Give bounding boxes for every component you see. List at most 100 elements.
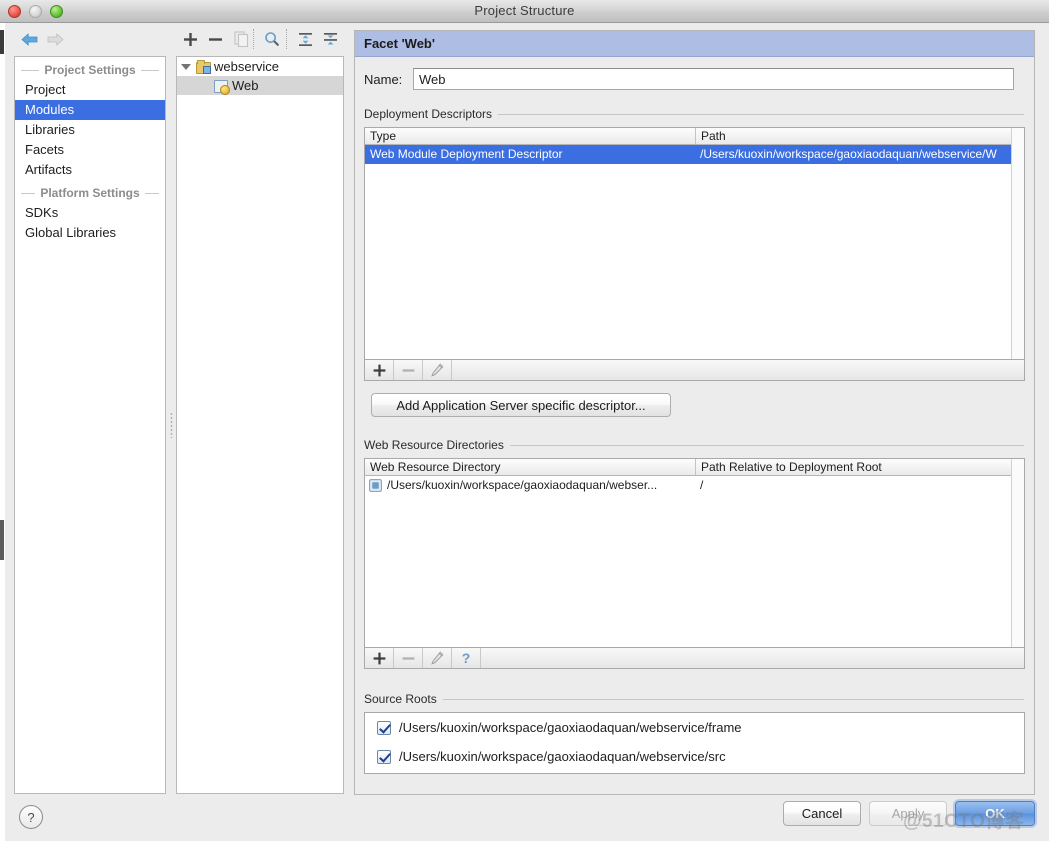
minus-icon xyxy=(402,368,414,372)
sidebar-item-modules[interactable]: Modules xyxy=(15,100,165,120)
group-header-platform-settings: Platform Settings xyxy=(15,183,165,203)
background-window-edge-top xyxy=(0,30,4,54)
cell-web-resource-directory: /Users/kuoxin/workspace/gaoxiaodaquan/we… xyxy=(365,476,695,495)
tree-item-webservice[interactable]: webservice xyxy=(177,57,343,76)
section-label: Deployment Descriptors xyxy=(364,107,493,121)
sidebar-item-project[interactable]: Project xyxy=(15,80,165,100)
add-application-server-descriptor-button[interactable]: Add Application Server specific descript… xyxy=(371,393,671,417)
facet-name-input[interactable] xyxy=(413,68,1014,90)
cell-type: Web Module Deployment Descriptor xyxy=(370,147,563,161)
plus-icon xyxy=(373,364,385,376)
sidebar-item-facets[interactable]: Facets xyxy=(15,140,165,160)
source-root-checkbox[interactable] xyxy=(377,720,391,735)
source-root-row[interactable]: /Users/kuoxin/workspace/gaoxiaodaquan/we… xyxy=(365,742,1024,771)
sidebar-item-libraries[interactable]: Libraries xyxy=(15,120,165,140)
edit-web-resource-button[interactable] xyxy=(423,648,452,668)
edit-icon xyxy=(431,363,444,377)
background-window-edge-bottom xyxy=(0,520,4,560)
source-root-label: /Users/kuoxin/workspace/gaoxiaodaquan/we… xyxy=(399,749,726,764)
section-rule xyxy=(509,444,1024,446)
ok-button[interactable]: OK xyxy=(955,801,1035,826)
source-root-checkbox[interactable] xyxy=(377,749,391,764)
plus-icon xyxy=(373,652,385,664)
toolbar-separator-2 xyxy=(286,29,287,49)
source-root-row[interactable]: /Users/kuoxin/workspace/gaoxiaodaquan/we… xyxy=(365,713,1024,742)
tree-item-label: Web xyxy=(232,78,259,93)
project-structure-window: Project Structure Project Settings Proje… xyxy=(0,0,1049,841)
web-resource-directories-toolbar: ? xyxy=(364,648,1025,669)
collapse-all-button[interactable] xyxy=(318,23,342,55)
section-label: Web Resource Directories xyxy=(364,438,504,452)
column-header-type[interactable]: Type xyxy=(365,128,695,144)
dialog-footer: ? Cancel Apply OK xyxy=(5,795,1049,841)
sidebar-item-global-libraries[interactable]: Global Libraries xyxy=(15,223,165,243)
cell-relative-path: / xyxy=(700,478,704,492)
forward-button[interactable] xyxy=(43,23,67,55)
window-title: Project Structure xyxy=(474,3,575,18)
deployment-descriptors-section-title: Deployment Descriptors xyxy=(364,106,1024,122)
facet-header: Facet 'Web' xyxy=(355,31,1034,57)
sidebar-item-sdks[interactable]: SDKs xyxy=(15,203,165,223)
remove-descriptor-button[interactable] xyxy=(394,360,423,380)
help-button[interactable]: ? xyxy=(19,805,43,829)
source-root-label: /Users/kuoxin/workspace/gaoxiaodaquan/we… xyxy=(399,720,742,735)
sidebar-item-artifacts[interactable]: Artifacts xyxy=(15,160,165,180)
copy-button[interactable] xyxy=(229,23,253,55)
add-descriptor-button[interactable] xyxy=(365,360,394,380)
minus-icon xyxy=(208,37,222,41)
web-resource-help-button[interactable]: ? xyxy=(452,648,481,668)
web-resource-directories-table[interactable]: Web Resource Directory Path Relative to … xyxy=(364,458,1025,648)
cell-text: /Users/kuoxin/workspace/gaoxiaodaquan/we… xyxy=(387,478,658,492)
sidebar-splitter[interactable] xyxy=(166,56,176,794)
group-header-project-settings: Project Settings xyxy=(15,60,165,80)
chevron-down-icon xyxy=(181,63,191,70)
table-header-row: Type Path xyxy=(365,128,1024,145)
edit-descriptor-button[interactable] xyxy=(423,360,452,380)
find-button[interactable] xyxy=(260,23,284,55)
deployment-table-vscrollbar[interactable] xyxy=(1011,128,1024,359)
section-label: Source Roots xyxy=(364,692,437,706)
expand-all-icon xyxy=(298,32,312,46)
minus-icon xyxy=(402,656,414,660)
arrow-right-icon xyxy=(47,32,64,46)
web-facet-icon xyxy=(213,79,230,95)
web-resource-table-vscrollbar[interactable] xyxy=(1011,459,1024,647)
table-row[interactable]: Web Module Deployment Descriptor /Users/… xyxy=(365,145,1024,164)
tree-expander[interactable] xyxy=(177,63,195,70)
search-icon xyxy=(265,32,280,47)
arrow-left-icon xyxy=(20,32,37,46)
add-web-resource-button[interactable] xyxy=(365,648,394,668)
toolbar-filler xyxy=(452,360,1024,380)
add-button[interactable] xyxy=(178,23,202,55)
column-header-path[interactable]: Path xyxy=(695,128,1013,144)
tree-splitter[interactable] xyxy=(344,56,354,794)
collapse-all-icon xyxy=(323,32,337,44)
expand-all-button[interactable] xyxy=(293,23,317,55)
back-button[interactable] xyxy=(17,23,41,55)
module-folder-icon xyxy=(195,59,211,74)
plus-icon xyxy=(183,32,197,46)
window-titlebar: Project Structure xyxy=(0,0,1049,23)
cancel-button[interactable]: Cancel xyxy=(783,801,861,826)
deployment-descriptors-toolbar xyxy=(364,360,1025,381)
group-header-label: Project Settings xyxy=(39,63,141,77)
module-tree-panel: webservice Web xyxy=(176,56,344,794)
column-header-web-resource-directory[interactable]: Web Resource Directory xyxy=(365,459,695,475)
remove-button[interactable] xyxy=(203,23,227,55)
group-header-label: Platform Settings xyxy=(35,186,145,200)
facet-name-row: Name: xyxy=(355,67,1034,91)
name-label: Name: xyxy=(364,71,403,87)
facet-detail-panel: Facet 'Web' Name: Deployment Descriptors… xyxy=(354,30,1035,795)
table-row[interactable]: /Users/kuoxin/workspace/gaoxiaodaquan/we… xyxy=(365,476,1024,495)
cell-path: /Users/kuoxin/workspace/gaoxiaodaquan/we… xyxy=(700,147,997,161)
toolbar-separator-1 xyxy=(253,29,254,49)
deployment-descriptors-table[interactable]: Type Path Web Module Deployment Descript… xyxy=(364,127,1025,360)
toolbar-filler xyxy=(481,648,1024,668)
column-header-relative-path[interactable]: Path Relative to Deployment Root xyxy=(695,459,1024,475)
section-rule xyxy=(442,698,1024,700)
apply-button[interactable]: Apply xyxy=(869,801,947,826)
tree-item-web[interactable]: Web xyxy=(177,76,343,95)
web-resource-directories-section-title: Web Resource Directories xyxy=(364,437,1024,453)
table-header-row: Web Resource Directory Path Relative to … xyxy=(365,459,1024,476)
remove-web-resource-button[interactable] xyxy=(394,648,423,668)
